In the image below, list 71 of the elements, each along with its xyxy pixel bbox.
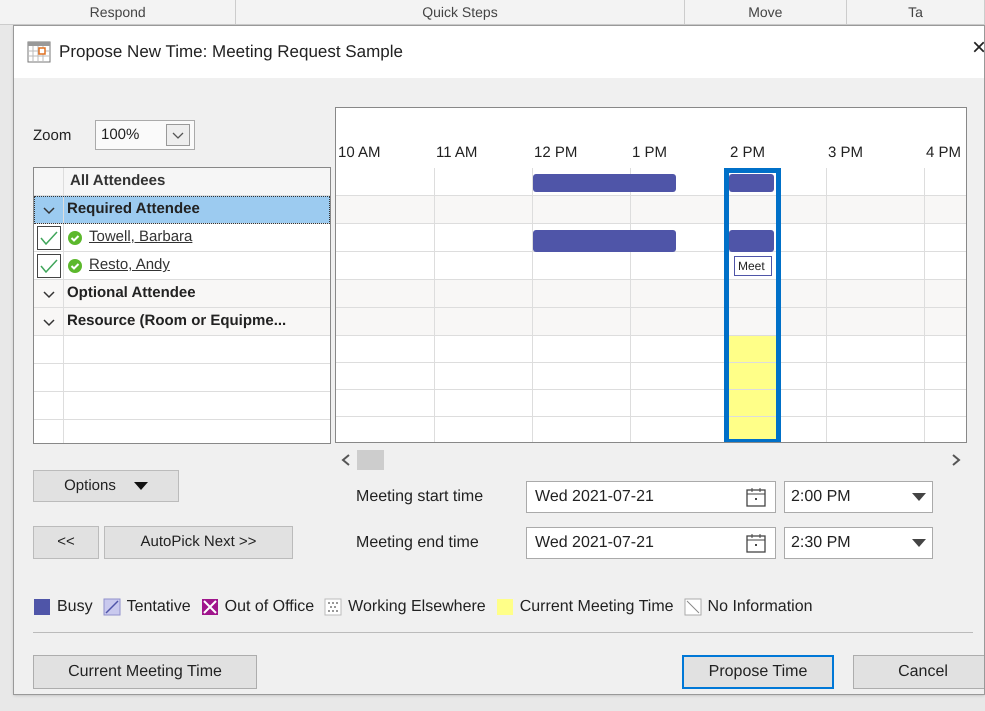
legend-label: Working Elsewhere (348, 597, 486, 617)
hour-label: 1 PM (632, 144, 668, 161)
calendar-icon[interactable] (745, 532, 767, 554)
attendee-row[interactable]: Towell, Barbara (34, 224, 330, 252)
ribbon-group-label: Move (748, 3, 782, 21)
status-check-icon (68, 258, 82, 272)
current-meeting-time-button[interactable]: Current Meeting Time (33, 655, 257, 689)
hour-label: 11 AM (436, 144, 478, 161)
hour-label: 12 PM (534, 144, 578, 161)
group-label: Required Attendee (66, 199, 200, 220)
ribbon-group-label: Respond (90, 3, 146, 21)
busy-block (630, 230, 676, 252)
attendee-name[interactable]: Resto, Andy (82, 254, 170, 277)
out-of-office-swatch-icon (200, 598, 219, 616)
zoom-label: Zoom (33, 126, 72, 146)
propose-time-button[interactable]: Propose Time (682, 655, 834, 689)
time-dropdown[interactable]: 2:30 PM (784, 527, 933, 559)
checkbox[interactable] (36, 254, 60, 278)
time-label: Meeting end time (356, 533, 480, 553)
checkbox[interactable] (36, 226, 60, 250)
calendar-icon (27, 41, 51, 63)
busy-block (630, 174, 676, 192)
legend-label: No Information (708, 597, 812, 617)
window-title: Propose New Time: Meeting Request Sample (59, 41, 403, 64)
busy-block (533, 174, 581, 192)
busy-block (729, 230, 774, 252)
time-label: Meeting start time (356, 487, 484, 507)
hour-label: 4 PM (926, 144, 962, 161)
dotted-swatch-icon (324, 598, 342, 616)
options-button[interactable]: Options (33, 470, 179, 502)
attendee-row[interactable]: Resto, Andy (34, 252, 330, 280)
close-button[interactable]: × (972, 36, 984, 60)
scroll-left-icon[interactable] (341, 454, 351, 466)
ribbon-group-label: Quick Steps (422, 3, 498, 21)
scroll-thumb[interactable] (357, 450, 384, 470)
column-header: All Attendees (69, 171, 166, 192)
legend-label: Tentative (126, 597, 191, 617)
caret-icon (912, 493, 926, 501)
hour-label: 10 AM (338, 144, 381, 161)
ribbon-group-label: Ta (908, 3, 923, 21)
zoom-dropdown[interactable]: 100% (95, 120, 195, 150)
group-row[interactable]: Resource (Room or Equipme... (34, 308, 330, 336)
autopick-next-button[interactable]: AutoPick Next >> (104, 526, 293, 559)
busy-block (533, 230, 581, 252)
legend-label: Busy (57, 597, 93, 617)
calendar-icon[interactable] (745, 486, 767, 508)
hour-label: 3 PM (828, 144, 864, 161)
cancel-button[interactable]: Cancel (853, 655, 984, 689)
group-label: Optional Attendee (66, 283, 196, 304)
time-dropdown[interactable]: 2:00 PM (784, 481, 933, 513)
status-check-icon (68, 230, 82, 244)
busy-swatch-icon (33, 598, 51, 616)
current-time-swatch-icon (496, 598, 514, 616)
chevron-down-icon (166, 124, 190, 146)
legend-label: Current Meeting Time (520, 597, 674, 617)
previous-button[interactable]: << (33, 526, 99, 559)
tentative-block: Meet (734, 256, 772, 276)
scroll-right-icon[interactable] (951, 454, 961, 466)
hour-label: 2 PM (730, 144, 766, 161)
group-label: Resource (Room or Equipme... (66, 311, 286, 332)
caret-icon (134, 482, 148, 490)
caret-icon (912, 539, 926, 547)
no-information-swatch-icon (684, 598, 702, 616)
legend-label: Out of Office (224, 597, 314, 617)
date-field[interactable]: Wed 2021-07-21 (526, 481, 776, 513)
date-field[interactable]: Wed 2021-07-21 (526, 527, 776, 559)
group-row[interactable]: Required Attendee (34, 196, 330, 224)
attendee-name[interactable]: Towell, Barbara (82, 226, 192, 249)
busy-block (729, 174, 774, 192)
group-row[interactable]: Optional Attendee (34, 280, 330, 308)
tentative-swatch-icon (102, 598, 121, 616)
